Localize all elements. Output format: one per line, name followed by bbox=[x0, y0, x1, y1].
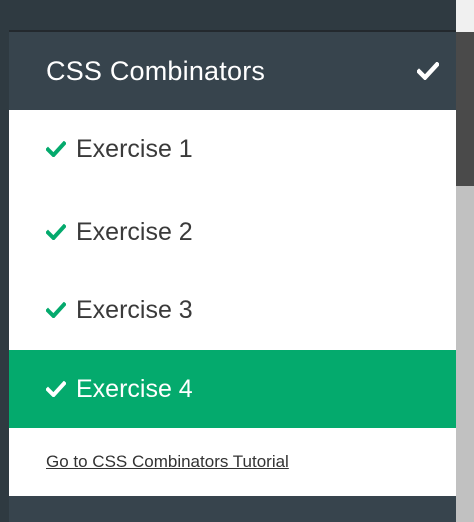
scrollbar-thumb[interactable] bbox=[456, 32, 474, 186]
check-icon bbox=[417, 62, 439, 80]
exercise-label: Exercise 4 bbox=[76, 374, 193, 403]
check-icon bbox=[46, 381, 66, 397]
section-header[interactable]: CSS Combinators bbox=[9, 32, 456, 110]
exercise-item-2[interactable]: Exercise 2 bbox=[9, 193, 456, 271]
check-icon bbox=[46, 224, 66, 240]
exercise-item-4[interactable]: Exercise 4 bbox=[9, 350, 456, 428]
exercise-item-3[interactable]: Exercise 3 bbox=[9, 271, 456, 349]
tutorial-link[interactable]: Go to CSS Combinators Tutorial bbox=[46, 452, 289, 472]
exercise-item-1[interactable]: Exercise 1 bbox=[9, 110, 456, 188]
exercise-label: Exercise 3 bbox=[76, 295, 193, 324]
section-title: CSS Combinators bbox=[46, 55, 266, 86]
check-icon bbox=[46, 141, 66, 157]
previous-section-strip[interactable] bbox=[9, 0, 456, 32]
left-gutter bbox=[0, 0, 9, 522]
next-section-strip[interactable] bbox=[9, 496, 456, 522]
check-icon bbox=[46, 302, 66, 318]
exercise-menu-panel: CSS Combinators Exercise 1 Exercise 2 Ex… bbox=[0, 0, 474, 522]
scrollbar-lower-track[interactable] bbox=[456, 186, 474, 522]
exercise-label: Exercise 1 bbox=[76, 134, 193, 163]
exercise-label: Exercise 2 bbox=[76, 217, 193, 246]
